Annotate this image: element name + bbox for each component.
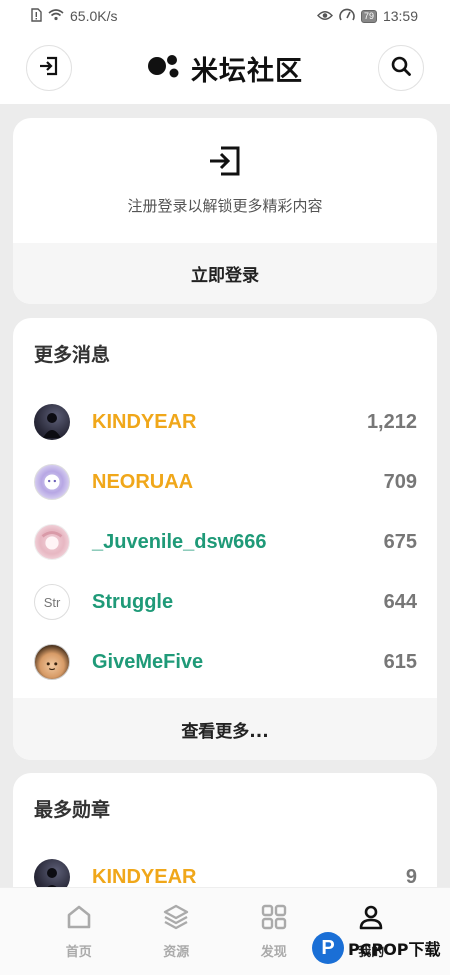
wifi-icon [48,8,64,24]
list-item[interactable]: NEORUAA 709 [13,452,437,512]
status-bar: 65.0K/s 79 13:59 [0,0,450,32]
nav-item-home[interactable]: 首页 [44,903,114,960]
nav-label: 资源 [163,945,190,960]
app-header: 米坛社区 [0,32,450,104]
avatar: Str [34,584,70,620]
watermark-text: PCPOP下载 [348,940,441,959]
app-title: 米坛社区 [191,55,303,87]
login-icon [38,55,60,81]
nav-label: 首页 [65,945,92,960]
username: GiveMeFive [92,650,204,673]
message-count: 1,212 [366,410,417,433]
message-count: 675 [383,530,417,553]
home-icon [65,903,93,935]
speed-gauge-icon [339,8,355,25]
avatar [34,404,70,440]
user-icon [357,903,385,935]
login-icon [208,145,242,181]
brand: 米坛社区 [147,49,303,88]
brand-logo-icon [147,53,183,83]
login-now-button[interactable]: 立即登录 [13,243,437,304]
clock: 13:59 [382,8,418,24]
username: NEORUAA [92,470,194,493]
eye-icon [316,8,333,24]
list-item[interactable]: GiveMeFive 615 [13,632,437,692]
view-more-button[interactable]: 查看更多... [13,698,437,760]
nav-item-discover[interactable]: 发现 [239,903,309,960]
watermark: P PCPOP下载 [312,932,441,964]
news-card: 更多消息 KINDYEAR 1,212 NEORUAA 709 _Juvenil… [13,318,437,760]
username: KINDYEAR [92,865,197,888]
message-count: 709 [383,470,417,493]
login-prompt: 注册登录以解锁更多精彩内容 [127,197,323,215]
login-button[interactable] [26,45,72,91]
avatar [34,524,70,560]
username: KINDYEAR [92,410,197,433]
watermark-logo: P [312,932,344,964]
sim-alert-icon [30,7,42,25]
battery-indicator: 79 [360,9,377,23]
message-count: 644 [383,590,417,613]
news-list: KINDYEAR 1,212 NEORUAA 709 _Juvenile_dsw… [13,392,437,692]
message-count: 615 [383,650,417,673]
username: Struggle [92,590,174,613]
search-icon [390,55,412,81]
list-item[interactable]: _Juvenile_dsw666 675 [13,512,437,572]
username: _Juvenile_dsw666 [92,530,267,553]
section-title: 更多消息 [34,344,111,366]
login-card: 注册登录以解锁更多精彩内容 立即登录 [13,118,437,304]
list-item[interactable]: KINDYEAR 1,212 [13,392,437,452]
nav-item-resources[interactable]: 资源 [141,903,211,960]
avatar [34,464,70,500]
medal-count: 9 [405,865,417,888]
network-speed: 65.0K/s [70,8,118,24]
grid-icon [260,903,288,935]
section-title: 最多勋章 [34,799,111,821]
list-item[interactable]: Str Struggle 644 [13,572,437,632]
layers-icon [162,903,190,935]
avatar [34,644,70,680]
search-button[interactable] [378,45,424,91]
nav-label: 发现 [260,945,287,960]
